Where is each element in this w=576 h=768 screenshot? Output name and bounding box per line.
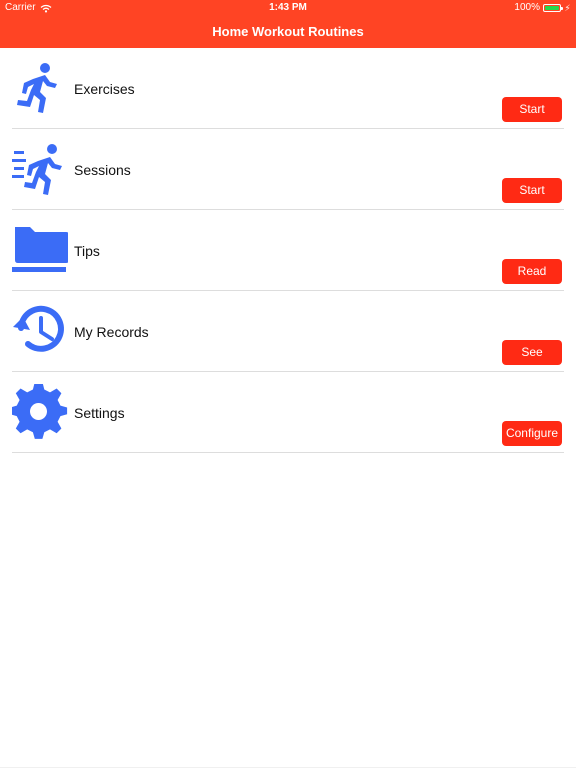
history-clock-icon-graphic — [13, 305, 64, 352]
menu-row-tips: Tips Read — [12, 210, 564, 291]
read-button[interactable]: Read — [502, 259, 562, 284]
running-person-icon — [12, 60, 68, 116]
start-button[interactable]: Start — [502, 178, 562, 203]
menu-label: Tips — [74, 243, 100, 259]
status-bar: Carrier 1:43 PM 100% ⚡ — [0, 0, 576, 16]
clock: 1:43 PM — [269, 2, 307, 13]
configure-button[interactable]: Configure — [501, 421, 562, 446]
folder-stack-icon-graphic — [12, 227, 68, 272]
top-bar: Carrier 1:43 PM 100% ⚡ Home Workout Rout… — [0, 0, 576, 48]
folder-stack-icon — [12, 222, 68, 278]
start-button[interactable]: Start — [502, 97, 562, 122]
menu-label: My Records — [74, 324, 149, 340]
fast-running-person-icon-graphic — [12, 144, 62, 195]
battery-indicator: 100% ⚡ — [514, 0, 571, 16]
menu-label: Settings — [74, 405, 125, 421]
battery-icon — [543, 4, 563, 12]
menu-row-my-records: My Records See — [12, 291, 564, 372]
fast-running-person-icon — [12, 141, 68, 197]
running-person-icon-graphic — [17, 63, 57, 113]
gear-icon-graphic — [12, 384, 68, 439]
battery-percent: 100% — [514, 2, 540, 13]
battery-fill — [545, 6, 559, 10]
menu-label: Exercises — [74, 81, 135, 97]
page-title: Home Workout Routines — [212, 24, 364, 39]
menu-row-exercises: Exercises Start — [12, 48, 564, 129]
menu-row-settings: Settings Configure — [12, 372, 564, 453]
home-screen: Carrier 1:43 PM 100% ⚡ Home Workout Rout… — [0, 0, 576, 768]
charging-icon: ⚡ — [564, 3, 571, 13]
workout-menu: Exercises Start Sessions Start Tips Read… — [0, 48, 576, 453]
see-button[interactable]: See — [502, 340, 562, 365]
gear-icon — [12, 384, 68, 440]
menu-row-sessions: Sessions Start — [12, 129, 564, 210]
history-clock-icon — [12, 303, 68, 359]
menu-label: Sessions — [74, 162, 131, 178]
